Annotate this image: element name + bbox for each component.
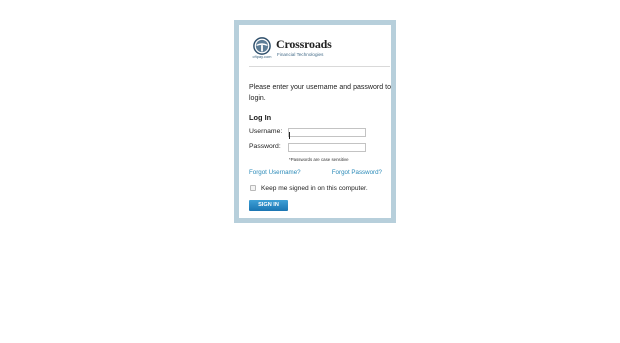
sign-in-button[interactable]: SIGN IN: [249, 200, 288, 211]
login-intro-text: Please enter your username and password …: [249, 84, 391, 102]
keep-signed-in-checkbox[interactable]: [250, 185, 256, 191]
forgot-password-link[interactable]: Forgot Password?: [332, 169, 382, 176]
steering-wheel-icon: [253, 37, 271, 55]
login-card: cftpay.com Crossroads Financial Technolo…: [239, 25, 391, 218]
username-label: Username:: [249, 128, 283, 135]
keep-signed-in-label: Keep me signed in on this computer.: [261, 185, 368, 192]
text-caret: [289, 132, 290, 139]
password-hint: *Passwords are case sensitive: [289, 157, 349, 162]
login-frame: cftpay.com Crossroads Financial Technolo…: [234, 20, 396, 223]
password-field[interactable]: [288, 143, 366, 152]
brand-tagline: Financial Technologies: [277, 52, 324, 57]
password-label: Password:: [249, 143, 281, 150]
username-field[interactable]: [288, 128, 366, 137]
brand-name: Crossroads: [276, 37, 332, 51]
forgot-username-link[interactable]: Forgot Username?: [249, 169, 301, 176]
login-heading: Log In: [249, 113, 272, 122]
logo-caption: cftpay.com: [252, 54, 272, 59]
brand-logo: cftpay.com Crossroads Financial Technolo…: [249, 35, 389, 61]
header-divider: [249, 66, 390, 67]
